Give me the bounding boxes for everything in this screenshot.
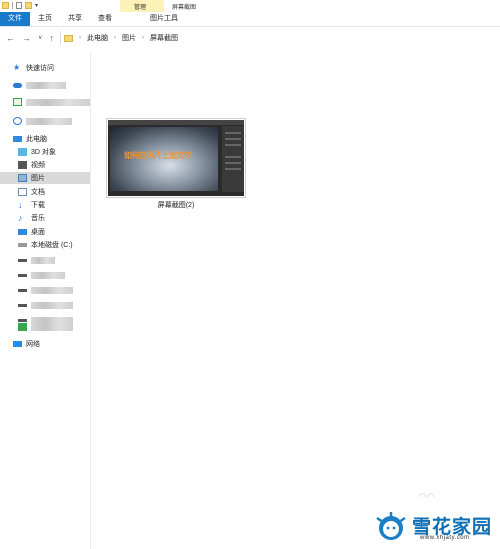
sidebar-item-3d-objects[interactable]: 3D 对象 (0, 146, 90, 158)
screenshot-preview: 如何在照片上加文字 (108, 120, 244, 196)
cursor-icon: ◠◠ (418, 492, 436, 503)
sidebar-item-label: 3D 对象 (31, 149, 56, 156)
sidebar-item-music[interactable]: ♪ 音乐 (0, 212, 90, 224)
new-folder-icon[interactable] (25, 2, 32, 9)
tab-home[interactable]: 主页 (30, 12, 60, 26)
sidebar-item-label: 此电脑 (26, 136, 47, 143)
sidebar-item-drive[interactable] (0, 269, 90, 281)
preview-side-panel (222, 126, 244, 192)
redacted-label (31, 301, 73, 309)
redacted-label (31, 256, 55, 264)
sidebar-item-this-pc[interactable]: 此电脑 (0, 133, 90, 145)
recent-dropdown-icon[interactable]: ∨ (38, 32, 42, 44)
music-note-icon: ♪ (18, 213, 23, 223)
up-arrow-icon[interactable]: ↑ (49, 32, 54, 44)
sidebar-item-app[interactable] (0, 96, 90, 108)
quick-access-toolbar: ▾ (2, 2, 38, 9)
sidebar-item-label: 文档 (31, 189, 45, 196)
sidebar-item-cloud[interactable] (0, 115, 90, 127)
sidebar-item-label: 音乐 (31, 215, 45, 222)
address-bar[interactable]: › 此电脑 › 图片 › 屏幕截图 (60, 31, 498, 45)
sidebar-item-label: 网络 (26, 341, 40, 348)
sidebar-item-desktop[interactable]: 桌面 (0, 226, 90, 238)
preview-overlay-text: 如何在照片上加文字 (124, 151, 192, 160)
navigation-bar: ← → ∨ ↑ › 此电脑 › 图片 › 屏幕截图 (0, 30, 500, 46)
redacted-label (31, 286, 73, 294)
properties-icon[interactable] (16, 2, 22, 9)
title-bar: ▾ (0, 0, 500, 11)
download-arrow-icon: ↓ (18, 200, 23, 210)
sidebar-item-label: 视频 (31, 162, 45, 169)
watermark-logo: 雪花家园 www.xhjaty.com (374, 512, 496, 546)
tab-share[interactable]: 共享 (60, 12, 90, 26)
cube-icon (18, 148, 27, 156)
redacted-label (26, 117, 72, 125)
chevron-right-icon[interactable]: › (114, 35, 116, 41)
sidebar-item-drive[interactable] (0, 284, 90, 296)
sidebar-item-videos[interactable]: 视频 (0, 159, 90, 171)
chevron-right-icon[interactable]: › (79, 35, 81, 41)
sidebar-item-label: 快速访问 (26, 65, 54, 72)
drive-icon (18, 303, 27, 307)
sidebar-item-local-disk[interactable]: 本地磁盘 (C:) (0, 239, 90, 251)
folder-icon (64, 34, 73, 42)
redacted-label (26, 81, 66, 89)
sidebar-item-onedrive[interactable] (0, 79, 90, 91)
computer-icon (13, 136, 22, 142)
redacted-label (26, 98, 90, 106)
ribbon-tabs: 文件 主页 共享 查看 图片工具 (0, 12, 500, 26)
sidebar-item-label: 桌面 (31, 229, 45, 236)
back-arrow-icon[interactable]: ← (6, 32, 15, 44)
desktop-icon (18, 229, 27, 235)
usb-drive-icon (18, 323, 27, 331)
ribbon-divider (0, 26, 500, 27)
drive-icon (18, 273, 27, 277)
redacted-label (31, 323, 73, 331)
app-icon (13, 98, 22, 106)
drive-icon (18, 243, 27, 247)
drive-icon (18, 288, 27, 292)
snowflake-mascot-icon (376, 512, 406, 540)
sidebar-item-label: 图片 (31, 175, 45, 182)
sidebar-item-drive[interactable] (0, 299, 90, 311)
film-icon (18, 161, 27, 169)
breadcrumb-pictures[interactable]: 图片 (122, 33, 136, 43)
sidebar-item-usb[interactable] (0, 321, 90, 333)
customize-dropdown-icon[interactable]: ▾ (35, 2, 38, 9)
file-thumbnail[interactable]: 如何在照片上加文字 (106, 118, 246, 198)
chevron-right-icon[interactable]: › (142, 35, 144, 41)
breadcrumb-this-pc[interactable]: 此电脑 (87, 33, 108, 43)
document-icon (18, 188, 27, 196)
tab-view[interactable]: 查看 (90, 12, 120, 26)
breadcrumb-screenshots[interactable]: 屏幕截图 (150, 33, 178, 43)
cloud-drive-icon (13, 117, 22, 125)
folder-icon[interactable] (2, 2, 9, 9)
forward-arrow-icon[interactable]: → (22, 32, 31, 44)
tab-picture-tools[interactable]: 图片工具 (144, 12, 184, 26)
picture-icon (18, 174, 27, 182)
window-title: 屏幕截图 (172, 5, 197, 11)
sidebar-item-quick-access[interactable]: ★ 快速访问 (0, 62, 90, 74)
file-list: 如何在照片上加文字 屏幕截图(2) (92, 52, 500, 549)
sidebar-item-network[interactable]: 网络 (0, 338, 90, 350)
sidebar-item-documents[interactable]: 文档 (0, 186, 90, 198)
tab-file[interactable]: 文件 (0, 12, 30, 26)
context-group-label[interactable]: 管理 (134, 2, 146, 11)
drive-icon (18, 258, 27, 262)
star-icon: ★ (13, 63, 21, 72)
sidebar-item-pictures[interactable]: 图片 (0, 172, 90, 184)
sidebar-item-downloads[interactable]: ↓ 下载 (0, 199, 90, 211)
redacted-label (31, 271, 65, 279)
sidebar-item-label: 下载 (31, 202, 45, 209)
preview-toolbar (108, 120, 244, 125)
sidebar-item-drive[interactable] (0, 254, 90, 266)
network-icon (13, 341, 22, 347)
cloud-icon (13, 82, 22, 88)
watermark-url: www.xhjaty.com (420, 535, 470, 541)
divider (12, 2, 13, 9)
sidebar-item-label: 本地磁盘 (C:) (31, 242, 73, 249)
file-name[interactable]: 屏幕截图(2) (106, 200, 246, 210)
navigation-pane: ★ 快速访问 此电脑 3D 对象 视频 图片 文档 ↓ 下载 ♪ 音乐 桌面 本… (0, 52, 91, 549)
